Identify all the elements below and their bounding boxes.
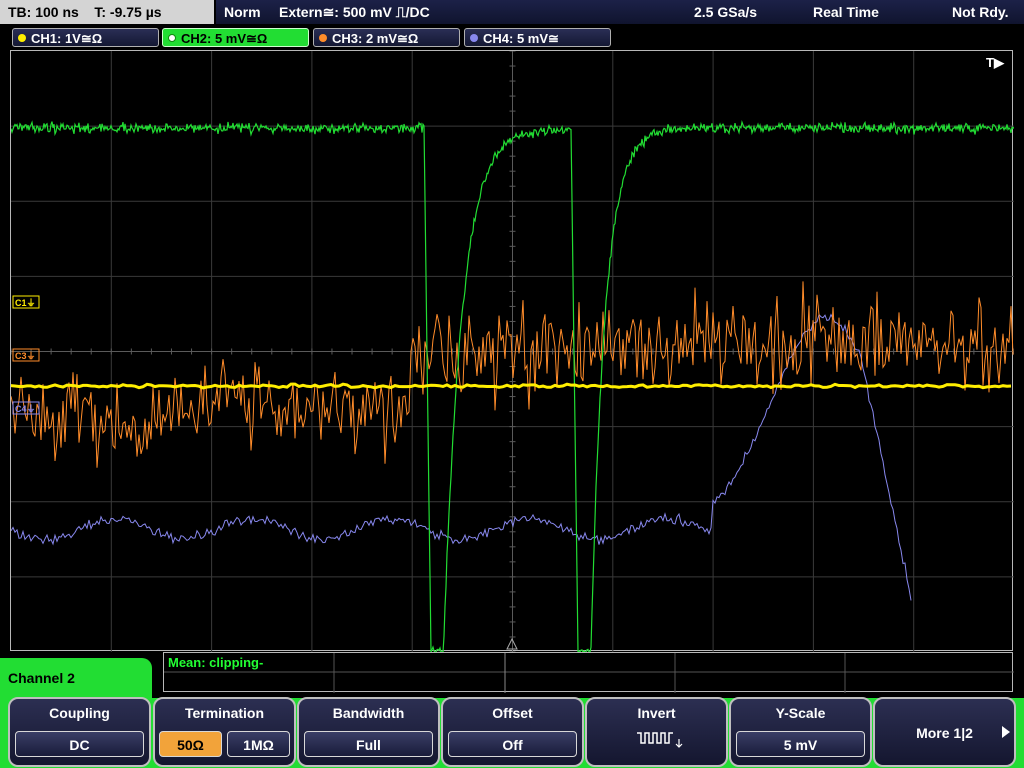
c1-marker-label: C1⏚: [15, 298, 36, 308]
acquisition-state: Not Rdy.: [952, 4, 1009, 20]
menu-title: Channel 2: [0, 658, 152, 702]
channel-4-color-icon: [470, 34, 478, 42]
invert-label: Invert: [637, 705, 676, 721]
graticule: [11, 51, 1014, 652]
yscale-label: Y-Scale: [775, 705, 826, 721]
termination-1mohm-option[interactable]: 1MΩ: [227, 731, 290, 757]
termination-label: Termination: [184, 705, 265, 721]
status-bar: TB: 100 ns T: -9.75 µs Norm Extern≅: 500…: [0, 0, 1024, 25]
trigger-info[interactable]: Norm Extern≅: 500 mV ⎍/DC 2.5 GSa/s Real…: [216, 0, 1024, 24]
channel-3-label: CH3: 2 mV≅Ω: [332, 31, 419, 46]
coupling-label: Coupling: [49, 705, 110, 721]
trigger-position-value: T: -9.75 µs: [94, 4, 162, 20]
bandwidth-label: Bandwidth: [332, 705, 405, 721]
more-softkey[interactable]: More 1|2: [873, 697, 1016, 767]
bandwidth-softkey[interactable]: Bandwidth Full: [297, 697, 440, 767]
timebase-value: TB: 100 ns: [8, 4, 79, 20]
c3-marker-label: C3⏚: [15, 351, 36, 361]
channel-2-tab[interactable]: CH2: 5 mV≅Ω: [162, 28, 309, 47]
more-label: More 1|2: [916, 725, 973, 741]
offset-label: Offset: [492, 705, 533, 721]
channel-3-tab[interactable]: CH3: 2 mV≅Ω: [313, 28, 460, 47]
offset-value[interactable]: Off: [448, 731, 577, 757]
invert-waveform-icon: [637, 732, 683, 748]
channel-4-tab[interactable]: CH4: 5 mV≅: [464, 28, 611, 47]
c4-marker-label: C4⏚: [15, 404, 36, 414]
coupling-value[interactable]: DC: [15, 731, 144, 757]
offset-softkey[interactable]: Offset Off: [441, 697, 584, 767]
yscale-value[interactable]: 5 mV: [736, 731, 865, 757]
channel-4-label: CH4: 5 mV≅: [483, 31, 559, 46]
channel-2-color-icon: [168, 34, 176, 42]
bandwidth-value[interactable]: Full: [304, 731, 433, 757]
timebase-box[interactable]: TB: 100 ns T: -9.75 µs: [0, 0, 214, 24]
trigger-mode: Norm: [224, 4, 261, 20]
termination-50ohm-option[interactable]: 50Ω: [159, 731, 222, 757]
channel-1-color-icon: [18, 34, 26, 42]
channel-1-label: CH1: 1V≅Ω: [31, 31, 103, 46]
c1-ground-marker[interactable]: C1⏚: [12, 295, 40, 309]
channel-4-trace: [11, 313, 912, 601]
trigger-source: Extern≅: 500 mV ⎍/DC: [279, 4, 430, 20]
sample-rate: 2.5 GSa/s: [694, 4, 758, 20]
waveform-display[interactable]: C1⏚ C3⏚ C4⏚ T▶: [10, 50, 1014, 652]
channel-1-trace: [11, 382, 1012, 390]
measurement-result: Mean: clipping-: [168, 655, 264, 670]
c4-ground-marker[interactable]: C4⏚: [12, 401, 40, 415]
trigger-marker: T▶: [986, 55, 1005, 70]
yscale-softkey[interactable]: Y-Scale 5 mV: [729, 697, 872, 767]
invert-softkey[interactable]: Invert: [585, 697, 728, 767]
channel-2-label: CH2: 5 mV≅Ω: [181, 31, 268, 46]
channel-1-tab[interactable]: CH1: 1V≅Ω: [12, 28, 159, 47]
channel-3-color-icon: [319, 34, 327, 42]
measurement-panel: [163, 652, 1014, 693]
c3-ground-marker[interactable]: C3⏚: [12, 348, 40, 362]
coupling-softkey[interactable]: Coupling DC: [8, 697, 151, 767]
termination-softkey[interactable]: Termination 50Ω 1MΩ: [153, 697, 296, 767]
acquisition-mode: Real Time: [813, 4, 879, 20]
next-page-icon: [1002, 726, 1010, 738]
